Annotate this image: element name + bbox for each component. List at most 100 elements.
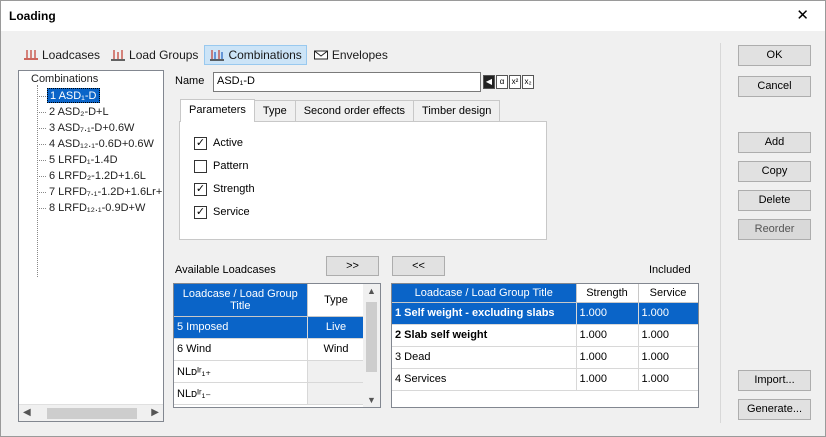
available-title-cell[interactable]: NLᴅᴵʳ₁₋ xyxy=(174,382,308,405)
scroll-thumb[interactable] xyxy=(366,302,377,372)
table-row[interactable]: 4 Services 1.000 1.000 xyxy=(392,368,698,391)
strength-checkbox[interactable]: ✓ xyxy=(194,182,207,196)
tab-type[interactable]: Type xyxy=(253,100,296,121)
scroll-up-icon[interactable]: ▲ xyxy=(367,286,376,296)
included-strength-cell[interactable]: 1.000 xyxy=(576,302,639,325)
ok-button[interactable]: OK xyxy=(738,45,811,66)
tab-loadcases[interactable]: Loadcases xyxy=(19,45,104,65)
tree-root[interactable]: Combinations xyxy=(31,73,98,85)
available-loadcases-grid[interactable]: Loadcase / Load Group Title Type 5 Impos… xyxy=(173,283,381,408)
pattern-label: Pattern xyxy=(213,160,249,172)
combinations-icon xyxy=(210,50,225,61)
tree-horizontal-scrollbar[interactable]: ◀ ▶ xyxy=(19,404,163,421)
included-title-cell[interactable]: 4 Services xyxy=(392,368,577,391)
tree-item[interactable]: 4 ASD₁₂.₁-0.6D+0.6W xyxy=(47,137,156,152)
available-type-header[interactable]: Type xyxy=(307,284,366,317)
scroll-right-icon[interactable]: ▶ xyxy=(151,407,159,418)
available-loadcases-label: Available Loadcases xyxy=(175,264,276,276)
included-service-cell[interactable]: 1.000 xyxy=(638,302,698,325)
tab-envelopes-label: Envelopes xyxy=(331,48,388,62)
generate-button[interactable]: Generate... xyxy=(738,399,811,420)
included-service-cell[interactable]: 1.000 xyxy=(638,346,698,369)
window-title: Loading xyxy=(9,9,56,23)
included-service-header[interactable]: Service xyxy=(638,284,698,303)
available-title-cell[interactable]: 6 Wind xyxy=(174,338,308,361)
import-button[interactable]: Import... xyxy=(738,370,811,391)
tab-load-groups[interactable]: Load Groups xyxy=(106,45,202,65)
table-row[interactable]: NLᴅᴵʳ₁₊ xyxy=(174,360,366,383)
tree-item[interactable]: 1 ASD₁-D xyxy=(47,88,100,103)
included-loadcases-grid[interactable]: Loadcase / Load Group Title Strength Ser… xyxy=(391,283,699,408)
tab-second-order-effects[interactable]: Second order effects xyxy=(294,100,415,121)
available-type-cell[interactable]: Live xyxy=(307,316,366,339)
close-icon[interactable]: ✕ xyxy=(796,6,809,24)
active-label: Active xyxy=(213,137,243,149)
included-title-cell[interactable]: 2 Slab self weight xyxy=(392,324,577,347)
scroll-down-icon[interactable]: ▼ xyxy=(367,395,376,405)
reorder-button[interactable]: Reorder xyxy=(738,219,811,240)
available-type-cell[interactable]: Wind xyxy=(307,338,366,361)
table-row[interactable]: NLᴅᴵʳ₁₋ xyxy=(174,382,366,405)
delete-button[interactable]: Delete xyxy=(738,190,811,211)
table-row[interactable]: 2 Slab self weight 1.000 1.000 xyxy=(392,324,698,347)
included-service-cell[interactable]: 1.000 xyxy=(638,324,698,347)
name-input[interactable]: ASD₁-D xyxy=(213,72,481,92)
tab-envelopes[interactable]: Envelopes xyxy=(309,45,392,65)
title-bar: Loading ✕ xyxy=(1,1,825,31)
scroll-left-icon[interactable]: ◀ xyxy=(23,407,31,418)
copy-button[interactable]: Copy xyxy=(738,161,811,182)
included-title-cell[interactable]: 3 Dead xyxy=(392,346,577,369)
strength-label: Strength xyxy=(213,183,255,195)
scroll-thumb[interactable] xyxy=(47,408,137,419)
available-title-cell[interactable]: 5 Imposed xyxy=(174,316,308,339)
available-title-header[interactable]: Loadcase / Load Group Title xyxy=(174,284,308,317)
tree-item[interactable]: 3 ASD₇.₁-D+0.6W xyxy=(47,121,136,136)
included-service-cell[interactable]: 1.000 xyxy=(638,368,698,391)
loadcases-icon xyxy=(24,50,38,60)
add-button[interactable]: Add xyxy=(738,132,811,153)
tab-parameters[interactable]: Parameters xyxy=(180,99,255,122)
pattern-checkbox[interactable] xyxy=(194,159,207,173)
strength-checkbox-row[interactable]: ✓ Strength xyxy=(194,181,255,197)
pattern-checkbox-row[interactable]: Pattern xyxy=(194,158,248,174)
available-title-cell[interactable]: NLᴅᴵʳ₁₊ xyxy=(174,360,308,383)
table-row[interactable]: 6 Wind Wind xyxy=(174,338,366,361)
included-title-header[interactable]: Loadcase / Load Group Title xyxy=(392,284,577,303)
format-subscript-button[interactable]: x₂ xyxy=(522,75,534,89)
table-row[interactable]: 3 Dead 1.000 1.000 xyxy=(392,346,698,369)
tab-combinations-label: Combinations xyxy=(228,48,302,62)
tab-combinations[interactable]: Combinations xyxy=(204,45,307,65)
included-strength-cell[interactable]: 1.000 xyxy=(576,346,639,369)
tree-connector xyxy=(37,192,46,193)
tree-connector xyxy=(37,112,46,113)
available-vertical-scrollbar[interactable]: ▲ ▼ xyxy=(363,284,380,407)
available-type-cell[interactable] xyxy=(307,382,366,405)
tree-item[interactable]: 8 LRFD₁₂.₁-0.9D+W xyxy=(47,201,147,216)
service-checkbox-row[interactable]: ✓ Service xyxy=(194,204,250,220)
cancel-button[interactable]: Cancel xyxy=(738,76,811,97)
add-all-button[interactable]: >> xyxy=(326,256,379,276)
load-groups-icon xyxy=(111,50,126,61)
tree-connector xyxy=(37,144,46,145)
included-strength-header[interactable]: Strength xyxy=(576,284,639,303)
tree-item[interactable]: 2 ASD₂-D+L xyxy=(47,105,111,120)
format-greek-button[interactable]: α xyxy=(496,75,508,89)
format-superscript-button[interactable]: x² xyxy=(509,75,521,89)
table-row[interactable]: 1 Self weight - excluding slabs 1.000 1.… xyxy=(392,302,698,325)
combinations-tree[interactable]: Combinations 1 ASD₁-D 2 ASD₂-D+L 3 ASD₇.… xyxy=(18,70,164,422)
active-checkbox[interactable]: ✓ xyxy=(194,136,207,150)
included-strength-cell[interactable]: 1.000 xyxy=(576,368,639,391)
service-checkbox[interactable]: ✓ xyxy=(194,205,207,219)
included-strength-cell[interactable]: 1.000 xyxy=(576,324,639,347)
format-back-button[interactable]: ◀ xyxy=(483,75,495,89)
included-title-cell[interactable]: 1 Self weight - excluding slabs xyxy=(392,302,577,325)
table-row[interactable]: 5 Imposed Live xyxy=(174,316,366,339)
tree-item[interactable]: 7 LRFD₇.₁-1.2D+1.6Lr+ xyxy=(47,185,163,200)
remove-all-button[interactable]: << xyxy=(392,256,445,276)
tab-timber-design[interactable]: Timber design xyxy=(413,100,501,121)
active-checkbox-row[interactable]: ✓ Active xyxy=(194,135,243,151)
tree-item[interactable]: 6 LRFD₂-1.2D+1.6L xyxy=(47,169,148,184)
loading-dialog: Loading ✕ Loadcases Load Groups Combinat… xyxy=(0,0,826,437)
available-type-cell[interactable] xyxy=(307,360,366,383)
tree-item[interactable]: 5 LRFD₁-1.4D xyxy=(47,153,120,168)
